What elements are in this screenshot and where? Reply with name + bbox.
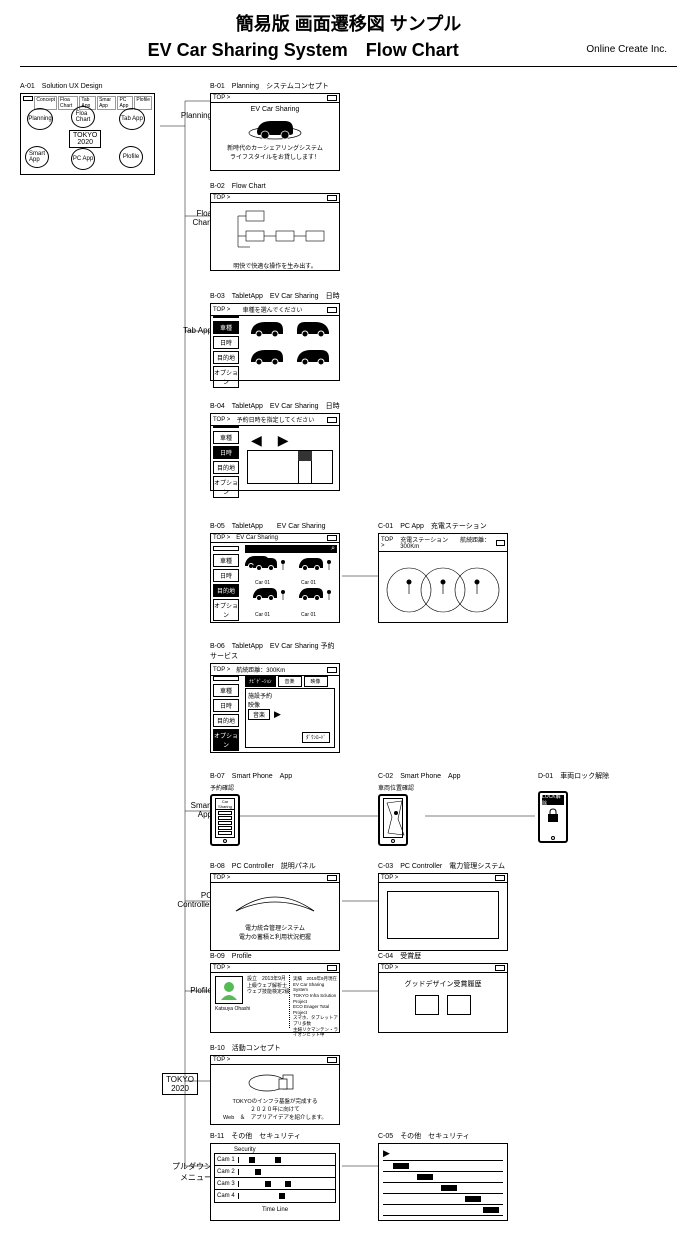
circle-plofile[interactable]: Plofile (119, 146, 143, 168)
label-tabapp: Tab App (162, 326, 212, 335)
node-b10: B-10 活動コンセプト TOP > TOKYOのインフラ基盤が完成する ２０２… (210, 1043, 340, 1125)
circle-pcapp[interactable]: PC App (71, 148, 95, 170)
node-c04: C-04 受賞歴 TOP > グッドデザイン受賞履歴 (378, 951, 508, 1033)
search-icon[interactable]: ⌕ (331, 545, 335, 553)
node-b03: B-03 TabletApp EV Car Sharing 日時 TOP >車種… (210, 291, 340, 381)
node-d01: D-01 車両ロック解除 LOCK解除 (538, 771, 618, 843)
node-c01: C-01 PC App 充電ステーション TOP >充電ステーション 航続距離：… (378, 521, 508, 623)
title-en: EV Car Sharing System Flow Chart (148, 36, 459, 62)
node-b07: B-07 Smart Phone App 予約確認 Car Sharing (210, 771, 300, 846)
lock-icon (547, 809, 559, 823)
node-c02: C-02 Smart Phone App 車両位置確認 (378, 771, 478, 846)
node-b11: B-11 その他 セキュリティ Security Cam 1 Cam 2 Cam… (210, 1131, 340, 1221)
download-button[interactable]: ﾀﾞｳﾝﾛｰﾄﾞ (302, 732, 330, 743)
circle-tabapp[interactable]: Tab App (119, 108, 145, 130)
company-name: Online Create Inc. (586, 44, 667, 55)
node-b02: B-02 Flow Chart TOP > 明快で快適な操作を生み出す。 (210, 181, 340, 271)
play-icon[interactable]: ▶ (274, 709, 281, 720)
header-divider (20, 66, 677, 67)
play-icon[interactable]: ▶ (383, 1148, 390, 1159)
circle-floa[interactable]: Floa Chart (71, 106, 95, 128)
title-jp: 簡易版 画面遷移図 サンプル (20, 10, 677, 36)
curve-icon (230, 889, 320, 917)
arrows-icon[interactable]: ◀▶ (251, 432, 289, 449)
circle-planning[interactable]: Planning (27, 108, 53, 130)
map-icon (384, 799, 406, 837)
node-a01: A-01 Solution UX Design ConceptFloa Char… (20, 81, 155, 175)
label-pc: PC Controller (162, 891, 212, 909)
label-pulldown: プルダウン メニュー (162, 1161, 212, 1183)
stations-icon (379, 552, 505, 626)
label-floachart: Floa Chart (162, 209, 212, 227)
connectors (20, 81, 680, 1231)
cars-grid-icon (245, 318, 337, 376)
node-b06: B-06 TabletApp EV Car Sharing 予約サービス TOP… (210, 641, 340, 753)
lock-button[interactable]: LOCK解除 (542, 795, 564, 805)
node-b04: B-04 TabletApp EV Car Sharing 日時 TOP >予約… (210, 401, 340, 491)
node-b09: B-09 Profile TOP > Katsuya Ohashi 設立 201… (210, 951, 340, 1033)
label-planning: Planning (162, 111, 212, 120)
avatar-icon (219, 980, 239, 1000)
label-profile: Plofile (162, 986, 212, 995)
stadium-icon (245, 1069, 305, 1093)
node-c03: C-03 PC Controller 電力管理システム TOP > (378, 861, 508, 951)
node-c05: C-05 その他 セキュリティ ▶ (378, 1131, 508, 1221)
node-b01: B-01 Planning システムコンセプト TOP > EV Car Sha… (210, 81, 340, 171)
center-tokyo: TOKYO 2020 (69, 130, 101, 148)
node-b05: B-05 TabletApp EV Car Sharing TOP >EV Ca… (210, 521, 340, 623)
label-tokyo: TOKYO 2020 (162, 1073, 198, 1095)
node-b08: B-08 PC Controller 説明パネル TOP > 電力統合管理システ… (210, 861, 340, 951)
flowchart-icon (220, 207, 330, 257)
circle-smart[interactable]: Smart App (25, 146, 49, 168)
car-icon (245, 115, 305, 141)
label-smartapp: Smart App (162, 801, 212, 819)
